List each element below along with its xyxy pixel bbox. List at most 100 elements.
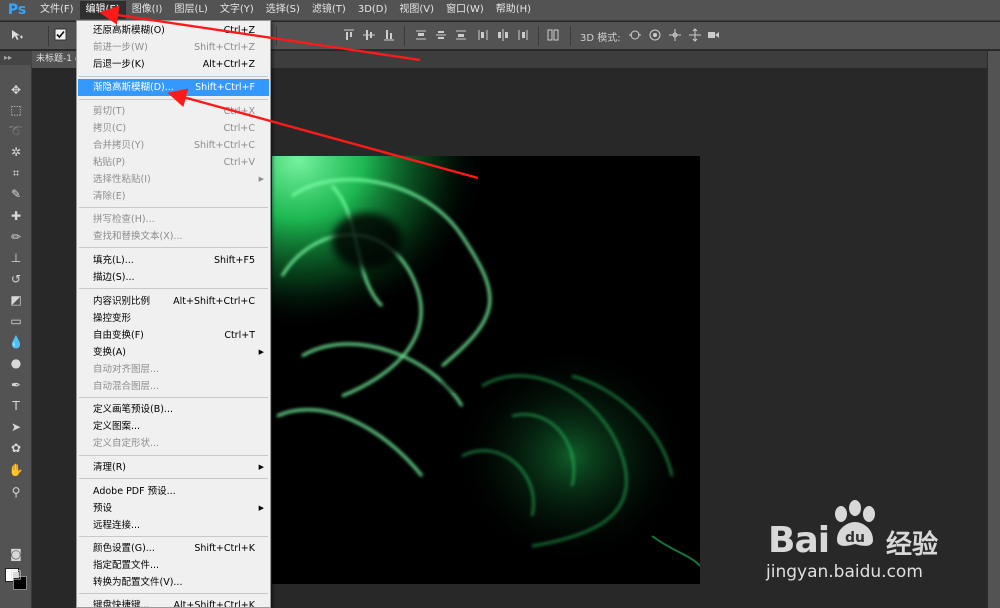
quick-mask-icon[interactable]: ◙ [7,545,25,563]
menu-undo-blur[interactable]: 还原高斯模糊(O) Ctrl+Z [78,22,269,39]
right-panel-dock[interactable] [987,51,1000,608]
menu-pdf-presets[interactable]: Adobe PDF 预设... [78,483,269,500]
menu-window[interactable]: 窗口(W) [440,1,490,19]
menu-remote-connections[interactable]: 远程连接... [78,517,269,534]
3d-slide-icon[interactable] [688,28,702,42]
menu-type[interactable]: 文字(Y) [214,1,260,19]
menu-convert-profile[interactable]: 转换为配置文件(V)... [78,574,269,591]
document-tab[interactable]: 未标题-1 @ 66.7% [32,51,76,68]
panel-collapse-grip[interactable]: ▸▸ [0,51,32,65]
shape-tool-icon[interactable]: ✿ [7,439,25,457]
distribute-top-icon[interactable] [414,28,428,42]
eyedropper-tool-icon[interactable]: ✎ [7,185,25,203]
menu-label: 还原高斯模糊(O) [93,25,165,36]
dodge-tool-icon[interactable]: ● [7,354,25,372]
history-brush-tool-icon[interactable]: ↺ [7,270,25,288]
menu-puppet-warp[interactable]: 操控变形 [78,310,269,327]
menu-edit[interactable]: 编辑(E) [79,1,126,19]
move-tool-icon[interactable]: ✥ [7,81,25,99]
baidu-jingyan-watermark: Bai du 经验 jingyan.baidu.com [766,498,956,590]
auto-align-icon[interactable] [546,28,560,42]
eraser-tool-icon[interactable]: ◩ [7,291,25,309]
menu-separator [79,593,268,594]
menu-separator [79,536,268,537]
crop-tool-icon[interactable]: ⌗ [7,164,25,182]
menu-auto-align: 自动对齐图层... [78,361,269,378]
type-tool-icon[interactable]: T [7,397,25,415]
menu-label: 粘贴(P) [93,157,126,168]
distribute-bottom-icon[interactable] [454,28,468,42]
3d-drag-icon[interactable] [668,28,682,42]
menu-purge[interactable]: 清理(R) ▶ [78,459,269,476]
menu-color-settings[interactable]: 颜色设置(G)... Shift+Ctrl+K [78,540,269,557]
distribute-hcenter-icon[interactable] [496,28,510,42]
menu-label: 自动混合图层... [93,381,160,392]
screen-mode-icon[interactable]: ▣ [7,565,25,583]
menu-free-transform[interactable]: 自由变换(F) Ctrl+T [78,327,269,344]
menu-presets[interactable]: 预设 ▶ [78,500,269,517]
baidu-paw-icon: du [835,500,875,546]
align-bottom-icon[interactable] [382,28,396,42]
menu-define-brush[interactable]: 定义画笔预设(B)... [78,401,269,418]
menu-label: 指定配置文件... [93,560,160,571]
menu-image[interactable]: 图像(I) [126,1,169,19]
edit-menu-dropdown: 还原高斯模糊(O) Ctrl+Z 前进一步(W) Shift+Ctrl+Z 后退一步… [76,20,271,608]
watermark-url: jingyan.baidu.com [766,562,923,582]
zoom-tool-icon[interactable]: ⚲ [7,483,25,501]
clone-stamp-tool-icon[interactable]: ⊥ [7,249,25,267]
menu-stroke[interactable]: 描边(S)... [78,269,269,286]
menu-select[interactable]: 选择(S) [260,1,306,19]
menu-transform[interactable]: 变换(A) ▶ [78,344,269,361]
submenu-arrow-icon: ▶ [258,175,264,183]
move-tool-preset-icon[interactable] [10,28,24,42]
menu-label: 选择性粘贴(I) [93,174,151,185]
document-canvas[interactable] [272,156,700,584]
menu-shortcut: Shift+Ctrl+F [195,82,255,93]
3d-rotate-icon[interactable] [628,28,642,42]
menu-shortcut: Ctrl+C [223,123,256,134]
menu-fill[interactable]: 填充(L)... Shift+F5 [78,252,269,269]
menu-label: Adobe PDF 预设... [93,486,176,497]
marquee-tool-icon[interactable]: ⬚ [7,101,25,119]
auto-select-checkbox[interactable] [54,28,68,42]
submenu-arrow-icon: ▶ [258,348,264,356]
menu-copy-merged: 合并拷贝(Y) Shift+Ctrl+C [78,137,269,154]
menu-content-aware-scale[interactable]: 内容识别比例 Alt+Shift+Ctrl+C [78,293,269,310]
menu-layer[interactable]: 图层(L) [168,1,213,19]
menu-separator [79,397,268,398]
menu-define-pattern[interactable]: 定义图案... [78,418,269,435]
healing-brush-tool-icon[interactable]: ✚ [7,207,25,225]
3d-roll-icon[interactable] [648,28,662,42]
brush-tool-icon[interactable]: ✏ [7,228,25,246]
menu-3d[interactable]: 3D(D) [352,1,394,19]
blur-tool-icon[interactable]: 💧 [7,333,25,351]
menu-separator [79,207,268,208]
menu-keyboard-shortcuts[interactable]: 键盘快捷键... Alt+Shift+Ctrl+K [78,597,269,607]
svg-text:du: du [845,530,865,546]
menu-label: 清理(R) [93,462,127,473]
menu-bar: Ps 文件(F) 编辑(E) 图像(I) 图层(L) 文字(Y) 选择(S) 滤… [0,0,1000,21]
align-vcenter-icon[interactable] [362,28,376,42]
distribute-right-icon[interactable] [516,28,530,42]
gradient-tool-icon[interactable]: ▭ [7,312,25,330]
magic-wand-tool-icon[interactable]: ✲ [7,143,25,161]
menu-fade-blur[interactable]: 渐隐高斯模糊(D)... Shift+Ctrl+F [78,79,269,96]
distribute-vcenter-icon[interactable] [434,28,448,42]
menu-paste: 粘贴(P) Ctrl+V [78,154,269,171]
menu-define-shape: 定义自定形状... [78,435,269,452]
menu-assign-profile[interactable]: 指定配置文件... [78,557,269,574]
align-top-icon[interactable] [342,28,356,42]
pen-tool-icon[interactable]: ✒ [7,376,25,394]
path-selection-tool-icon[interactable]: ➤ [7,418,25,436]
lasso-tool-icon[interactable]: ➰ [7,122,25,140]
menu-filter[interactable]: 滤镜(T) [306,1,352,19]
menu-file[interactable]: 文件(F) [34,1,80,19]
3d-scale-icon[interactable] [706,28,720,42]
distribute-left-icon[interactable] [476,28,490,42]
menu-view[interactable]: 视图(V) [393,1,440,19]
menu-shortcut: Ctrl+X [223,106,255,117]
menu-label: 自动对齐图层... [93,364,160,375]
hand-tool-icon[interactable]: ✋ [7,461,25,479]
menu-step-backward[interactable]: 后退一步(K) Alt+Ctrl+Z [78,56,269,73]
menu-help[interactable]: 帮助(H) [490,1,537,19]
